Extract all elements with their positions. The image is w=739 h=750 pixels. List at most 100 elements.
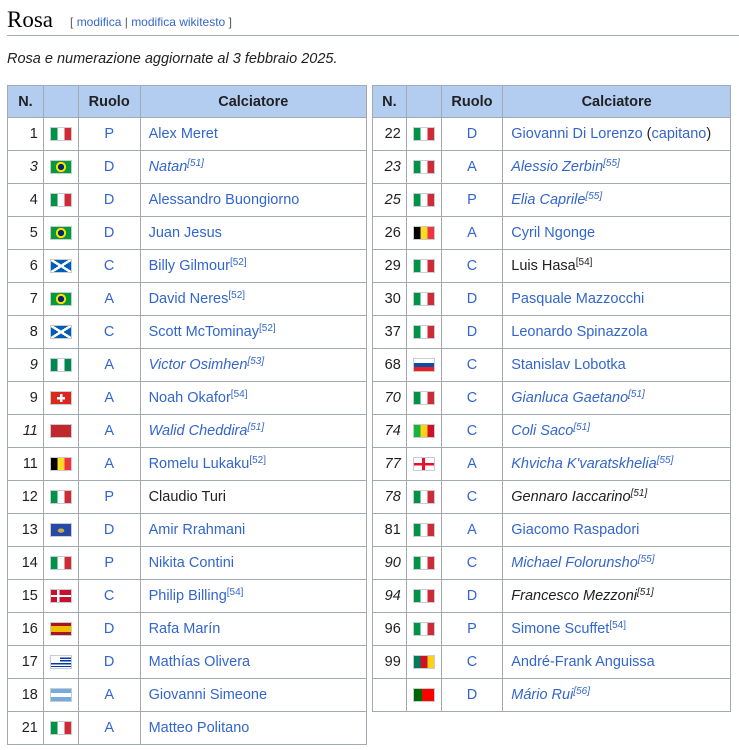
player-name[interactable]: Leonardo Spinazzola bbox=[511, 324, 647, 340]
flag-icon[interactable] bbox=[412, 457, 435, 472]
flag-icon[interactable] bbox=[49, 391, 72, 406]
player-role[interactable]: C bbox=[440, 381, 504, 415]
player-name[interactable]: Elia Caprile bbox=[511, 192, 585, 208]
player-name[interactable]: Giovanni Simeone bbox=[149, 687, 268, 703]
edit-wikitext-link[interactable]: modifica wikitesto bbox=[131, 15, 225, 29]
player-name[interactable]: Romelu Lukaku bbox=[149, 456, 250, 472]
flag-icon[interactable] bbox=[49, 523, 72, 538]
header-role[interactable]: Ruolo bbox=[77, 85, 141, 118]
flag-icon[interactable] bbox=[412, 523, 435, 538]
player-role[interactable]: D bbox=[440, 117, 504, 151]
player-name[interactable]: Scott McTominay bbox=[149, 324, 259, 340]
flag-icon[interactable] bbox=[412, 127, 435, 142]
player-role[interactable]: D bbox=[77, 183, 141, 217]
header-player[interactable]: Calciatore bbox=[502, 85, 731, 118]
player-name[interactable]: Victor Osimhen bbox=[149, 357, 248, 373]
reference-note[interactable]: [52] bbox=[228, 290, 245, 301]
player-role[interactable]: P bbox=[77, 546, 141, 580]
reference-note[interactable]: [55] bbox=[638, 554, 655, 565]
player-name[interactable]: Billy Gilmour bbox=[149, 258, 230, 274]
flag-icon[interactable] bbox=[412, 424, 435, 439]
player-name[interactable]: Michael Folorunsho bbox=[511, 555, 638, 571]
flag-icon[interactable] bbox=[49, 358, 72, 373]
player-name[interactable]: Juan Jesus bbox=[149, 225, 222, 241]
player-name[interactable]: Noah Okafor bbox=[149, 390, 231, 406]
player-role[interactable]: C bbox=[440, 414, 504, 448]
player-name[interactable]: André-Frank Anguissa bbox=[511, 654, 654, 670]
player-role[interactable]: A bbox=[77, 447, 141, 481]
player-name[interactable]: Giovanni Di Lorenzo bbox=[511, 126, 642, 142]
flag-icon[interactable] bbox=[49, 622, 72, 637]
player-name[interactable]: Nikita Contini bbox=[149, 555, 234, 571]
flag-icon[interactable] bbox=[49, 688, 72, 703]
flag-icon[interactable] bbox=[412, 160, 435, 175]
player-name[interactable]: Walid Cheddira bbox=[149, 423, 248, 439]
flag-icon[interactable] bbox=[412, 655, 435, 670]
player-role[interactable]: A bbox=[440, 216, 504, 250]
flag-icon[interactable] bbox=[49, 721, 72, 736]
reference-note[interactable]: [53] bbox=[247, 356, 264, 367]
player-role[interactable]: A bbox=[77, 711, 141, 745]
flag-icon[interactable] bbox=[49, 655, 72, 670]
flag-icon[interactable] bbox=[49, 424, 72, 439]
reference-note[interactable]: [51] bbox=[628, 389, 645, 400]
reference-note[interactable]: [51] bbox=[637, 587, 654, 598]
player-name[interactable]: Mathías Olivera bbox=[149, 654, 251, 670]
player-role[interactable]: C bbox=[77, 579, 141, 613]
flag-icon[interactable] bbox=[49, 490, 72, 505]
player-role[interactable]: P bbox=[440, 612, 504, 646]
flag-icon[interactable] bbox=[49, 193, 72, 208]
player-role[interactable]: C bbox=[440, 249, 504, 283]
reference-note[interactable]: [54] bbox=[231, 389, 248, 400]
flag-icon[interactable] bbox=[49, 589, 72, 604]
header-role[interactable]: Ruolo bbox=[440, 85, 504, 118]
player-role[interactable]: D bbox=[77, 612, 141, 646]
player-role[interactable]: D bbox=[77, 513, 141, 547]
captain-link[interactable]: capitano bbox=[652, 126, 707, 142]
player-name[interactable]: Natan bbox=[149, 159, 188, 175]
reference-note[interactable]: [54] bbox=[227, 587, 244, 598]
flag-icon[interactable] bbox=[412, 193, 435, 208]
player-name[interactable]: Alex Meret bbox=[149, 126, 218, 142]
reference-note[interactable]: [52] bbox=[259, 323, 276, 334]
player-role[interactable]: A bbox=[77, 282, 141, 316]
player-name[interactable]: Coli Saco bbox=[511, 423, 573, 439]
header-player[interactable]: Calciatore bbox=[139, 85, 368, 118]
reference-note[interactable]: [51] bbox=[631, 488, 648, 499]
reference-note[interactable]: [54] bbox=[576, 257, 593, 268]
player-name[interactable]: Cyril Ngonge bbox=[511, 225, 595, 241]
flag-icon[interactable] bbox=[412, 622, 435, 637]
reference-note[interactable]: [54] bbox=[609, 620, 626, 631]
player-role[interactable]: C bbox=[440, 546, 504, 580]
player-role[interactable]: D bbox=[440, 678, 504, 712]
flag-icon[interactable] bbox=[49, 325, 72, 340]
flag-icon[interactable] bbox=[49, 259, 72, 274]
flag-icon[interactable] bbox=[412, 259, 435, 274]
player-name[interactable]: David Neres bbox=[149, 291, 229, 307]
flag-icon[interactable] bbox=[412, 226, 435, 241]
player-role[interactable]: D bbox=[440, 315, 504, 349]
player-role[interactable]: D bbox=[77, 216, 141, 250]
flag-icon[interactable] bbox=[49, 556, 72, 571]
player-role[interactable]: D bbox=[440, 579, 504, 613]
player-role[interactable]: C bbox=[77, 315, 141, 349]
player-name[interactable]: Philip Billing bbox=[149, 588, 227, 604]
player-role[interactable]: D bbox=[77, 645, 141, 679]
player-role[interactable]: D bbox=[77, 150, 141, 184]
reference-note[interactable]: [52] bbox=[230, 257, 247, 268]
player-role[interactable]: P bbox=[77, 480, 141, 514]
player-role[interactable]: A bbox=[440, 513, 504, 547]
player-role[interactable]: C bbox=[77, 249, 141, 283]
player-name[interactable]: Khvicha K'varatskhelia bbox=[511, 456, 656, 472]
flag-icon[interactable] bbox=[412, 589, 435, 604]
edit-link[interactable]: modifica bbox=[77, 15, 122, 29]
flag-icon[interactable] bbox=[412, 391, 435, 406]
player-role[interactable]: C bbox=[440, 645, 504, 679]
player-name[interactable]: Matteo Politano bbox=[149, 720, 250, 736]
player-role[interactable]: A bbox=[77, 381, 141, 415]
reference-note[interactable]: [56] bbox=[573, 686, 590, 697]
player-role[interactable]: D bbox=[440, 282, 504, 316]
flag-icon[interactable] bbox=[412, 556, 435, 571]
header-number[interactable]: N. bbox=[7, 85, 44, 118]
player-name[interactable]: Amir Rrahmani bbox=[149, 522, 246, 538]
